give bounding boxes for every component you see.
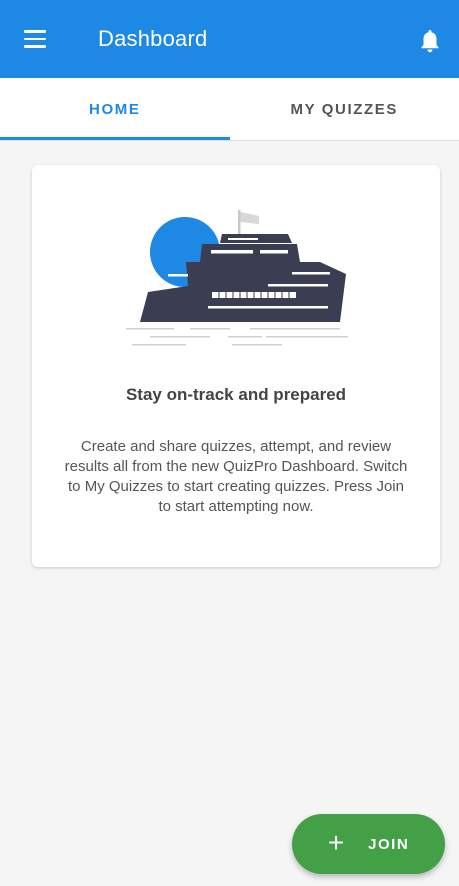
hamburger-menu-icon[interactable] xyxy=(24,30,46,48)
bell-icon[interactable] xyxy=(419,28,441,54)
join-label: JOIN xyxy=(368,835,410,853)
join-button[interactable]: + JOIN xyxy=(292,814,445,874)
card-description: Create and share quizzes, attempt, and r… xyxy=(64,438,408,515)
tab-bar: HOME MY QUIZZES xyxy=(0,78,459,140)
ship-illustration xyxy=(126,210,348,346)
tab-divider xyxy=(0,140,459,141)
page-title: Dashboard xyxy=(98,26,208,51)
plus-icon: + xyxy=(327,826,345,858)
tab-my-quizzes[interactable]: MY QUIZZES xyxy=(230,78,459,140)
card-title: Stay on-track and prepared xyxy=(125,385,347,404)
app-bar: Dashboard xyxy=(0,0,459,78)
tab-home[interactable]: HOME xyxy=(0,78,230,140)
welcome-card: Stay on-track and prepared Create and sh… xyxy=(32,165,440,567)
